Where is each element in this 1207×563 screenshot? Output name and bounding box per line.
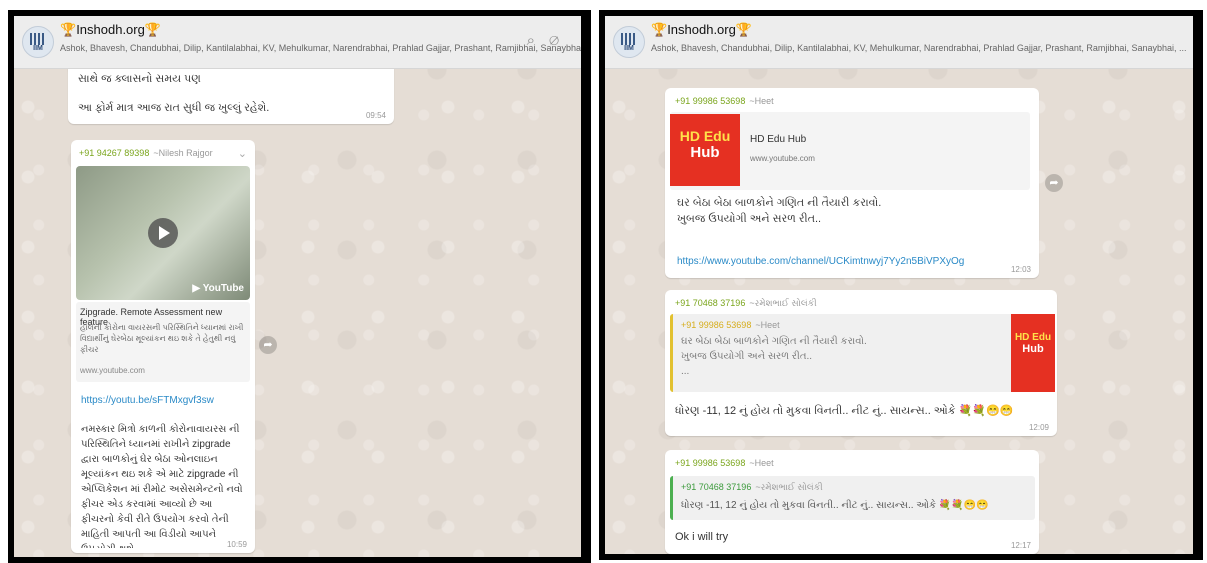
left-chat-screenshot: IIM 🏆Inshodh.org🏆 Ashok, Bhavesh, Chandu… [8,10,591,563]
group-avatar[interactable]: IIM [22,26,54,58]
group-avatar[interactable]: IIM [613,26,645,58]
attach-icon[interactable]: ⌀ [549,32,573,49]
logo-top-text: HD Edu [1014,332,1052,343]
building-icon [621,33,637,45]
sender-name: ~રમેશભાઈ સોલંકી [749,298,817,308]
message-time: 09:54 [365,111,386,120]
message-sender[interactable]: +91 94267 89398 ~Nilesh Rajgor [79,148,213,158]
play-button-icon[interactable] [148,218,178,248]
avatar-text: IIM [624,45,634,52]
message-bubble[interactable]: +91 70468 37196 ~રમેશભાઈ સોલંકી +91 99986… [665,290,1057,436]
sender-phone: +91 99986 53698 [675,96,746,106]
sender-phone: +91 94267 89398 [79,148,150,158]
message-text: ખુબજ ઉપયોગી અને સરળ રીત.. [677,213,822,225]
message-text: આ ફોર્મ માત્ર આજ રાત સુધી જ ખુલ્લું રહેશ… [78,102,270,114]
youtube-logo: ▶ YouTube [192,283,244,294]
logo-bottom-text: Hub [690,144,720,161]
search-icon[interactable]: ⌕ [527,32,549,49]
message-emoji: 💐💐😁😁 [958,405,1014,417]
group-members: Ashok, Bhavesh, Chandubhai, Dilip, Kanti… [60,43,591,53]
quoted-sender-name: ~રમેશભાઈ સોલંકી [755,482,823,492]
message-body: ધોરણ -11, 12 નું હોય તો મુકવા વિનતી.. ની… [675,405,956,417]
quoted-message[interactable]: +91 99986 53698 ~Heet ઘર બેઠા બેઠા બાળકોન… [670,314,1055,392]
group-name[interactable]: 🏆Inshodh.org🏆 [60,22,161,38]
preview-domain: www.youtube.com [80,366,145,375]
quoted-text: ઘર બેઠા બેઠા બાળકોને ગણિત ની તૈયારી કરાવ… [681,336,867,347]
header-actions: ⌕⌀ [527,32,573,49]
message-bubble[interactable]: +91 99986 53698 ~Heet +91 70468 37196 ~રમે… [665,450,1039,554]
quoted-sender: +91 70468 37196 ~રમેશભાઈ સોલંકી [681,482,823,493]
video-thumbnail[interactable]: ▶ YouTube [76,166,250,300]
group-name[interactable]: 🏆Inshodh.org🏆 [651,22,752,38]
message-sender[interactable]: +91 99986 53698 ~Heet [675,96,774,106]
message-link[interactable]: https://youtu.be/sFTMxgvf3sw [81,395,214,406]
link-preview[interactable]: HD Edu Hub HD Edu Hub www.youtube.com [670,112,1030,190]
avatar-text: IIM [33,45,43,52]
message-link[interactable]: https://www.youtube.com/channel/UCKimtnw… [677,256,964,267]
forward-icon[interactable]: ➦ [259,336,277,354]
message-sender[interactable]: +91 99986 53698 ~Heet [675,458,774,468]
quoted-body: ધોરણ -11, 12 નું હોય તો મુકવા વિનતી.. ની… [681,500,937,511]
sender-name: ~Nilesh Rajgor [153,148,213,158]
quoted-text: ... [681,366,690,377]
quoted-message[interactable]: +91 70468 37196 ~રમેશભાઈ સોલંકી ધોરણ -11,… [670,476,1035,520]
trophy-icon: 🏆 [144,22,162,37]
quoted-text: ખુબજ ઉપયોગી અને સરળ રીત.. [681,351,813,362]
message-time: 12:03 [1010,265,1031,274]
message-time: 10:59 [226,540,247,549]
message-sender[interactable]: +91 70468 37196 ~રમેશભાઈ સોલંકી [675,298,817,309]
message-time: 12:09 [1028,423,1049,432]
message-text: ધોરણ -11, 12 નું હોય તો મુકવા વિનતી.. ની… [675,404,1013,419]
preview-description: હાલની કોરોના વાયરસની પરિસ્થિતિને ધ્યાનમા… [80,323,244,354]
message-text: નમસ્કાર મિત્રો કાળની કોરોનાવાયરસ ની પરિસ… [81,424,243,548]
quoted-sender-name: ~Heet [755,320,780,330]
sender-name: ~Heet [749,458,774,468]
group-name-text: Inshodh.org [667,22,736,37]
quoted-sender: +91 99986 53698 ~Heet [681,320,780,330]
youtube-brand-text: YouTube [202,283,244,294]
forward-icon[interactable]: ➦ [1045,174,1063,192]
trophy-icon: 🏆 [651,22,668,37]
message-text: Ok i will try [675,531,729,543]
message-time: 12:17 [1010,541,1031,550]
trophy-icon: 🏆 [735,22,753,37]
message-text: ઘર બેઠા બેઠા બાળકોને ગણિત ની તૈયારી કરાવ… [677,197,882,209]
preview-title: HD Edu Hub [750,134,807,145]
group-name-text: Inshodh.org [76,22,145,37]
sender-name: ~Heet [749,96,774,106]
logo-bottom-text: Hub [1022,343,1044,355]
sender-phone: +91 70468 37196 [675,298,746,308]
preview-domain: www.youtube.com [750,154,815,163]
message-bubble[interactable]: +91 94267 89398 ~Nilesh Rajgor ⌄ ▶ YouTub… [71,140,255,553]
quoted-sender-phone: +91 70468 37196 [681,482,752,492]
hd-edu-hub-logo: HD Edu Hub [670,114,740,186]
quoted-emoji: 💐💐😁😁 [938,500,989,511]
group-members: Ashok, Bhavesh, Chandubhai, Dilip, Kanti… [651,43,1187,53]
trophy-icon: 🏆 [60,22,77,37]
message-bubble[interactable]: સાથે જ ક્લાસનો સમય પણ આ ફોર્મ માત્ર આજ ર… [68,68,394,124]
chat-header[interactable]: IIM 🏆Inshodh.org🏆 Ashok, Bhavesh, Chandu… [14,16,581,69]
quoted-text: ધોરણ -11, 12 નું હોય તો મુકવા વિનતી.. ની… [681,500,989,511]
chevron-down-icon[interactable]: ⌄ [238,147,247,160]
quoted-sender-phone: +91 99986 53698 [681,320,752,330]
message-bubble[interactable]: +91 99986 53698 ~Heet HD Edu Hub HD Edu H… [665,88,1039,278]
sender-phone: +91 99986 53698 [675,458,746,468]
chat-header[interactable]: IIM 🏆Inshodh.org🏆 Ashok, Bhavesh, Chandu… [605,16,1193,69]
logo-top-text: HD Edu [679,128,731,144]
right-chat-screenshot: IIM 🏆Inshodh.org🏆 Ashok, Bhavesh, Chandu… [599,10,1203,560]
building-icon [30,33,46,45]
link-preview[interactable]: Zipgrade. Remote Assessment new feature … [76,302,250,382]
hd-edu-hub-logo: HD Edu Hub [1011,314,1055,392]
message-text: સાથે જ ક્લાસનો સમય પણ [78,73,201,85]
